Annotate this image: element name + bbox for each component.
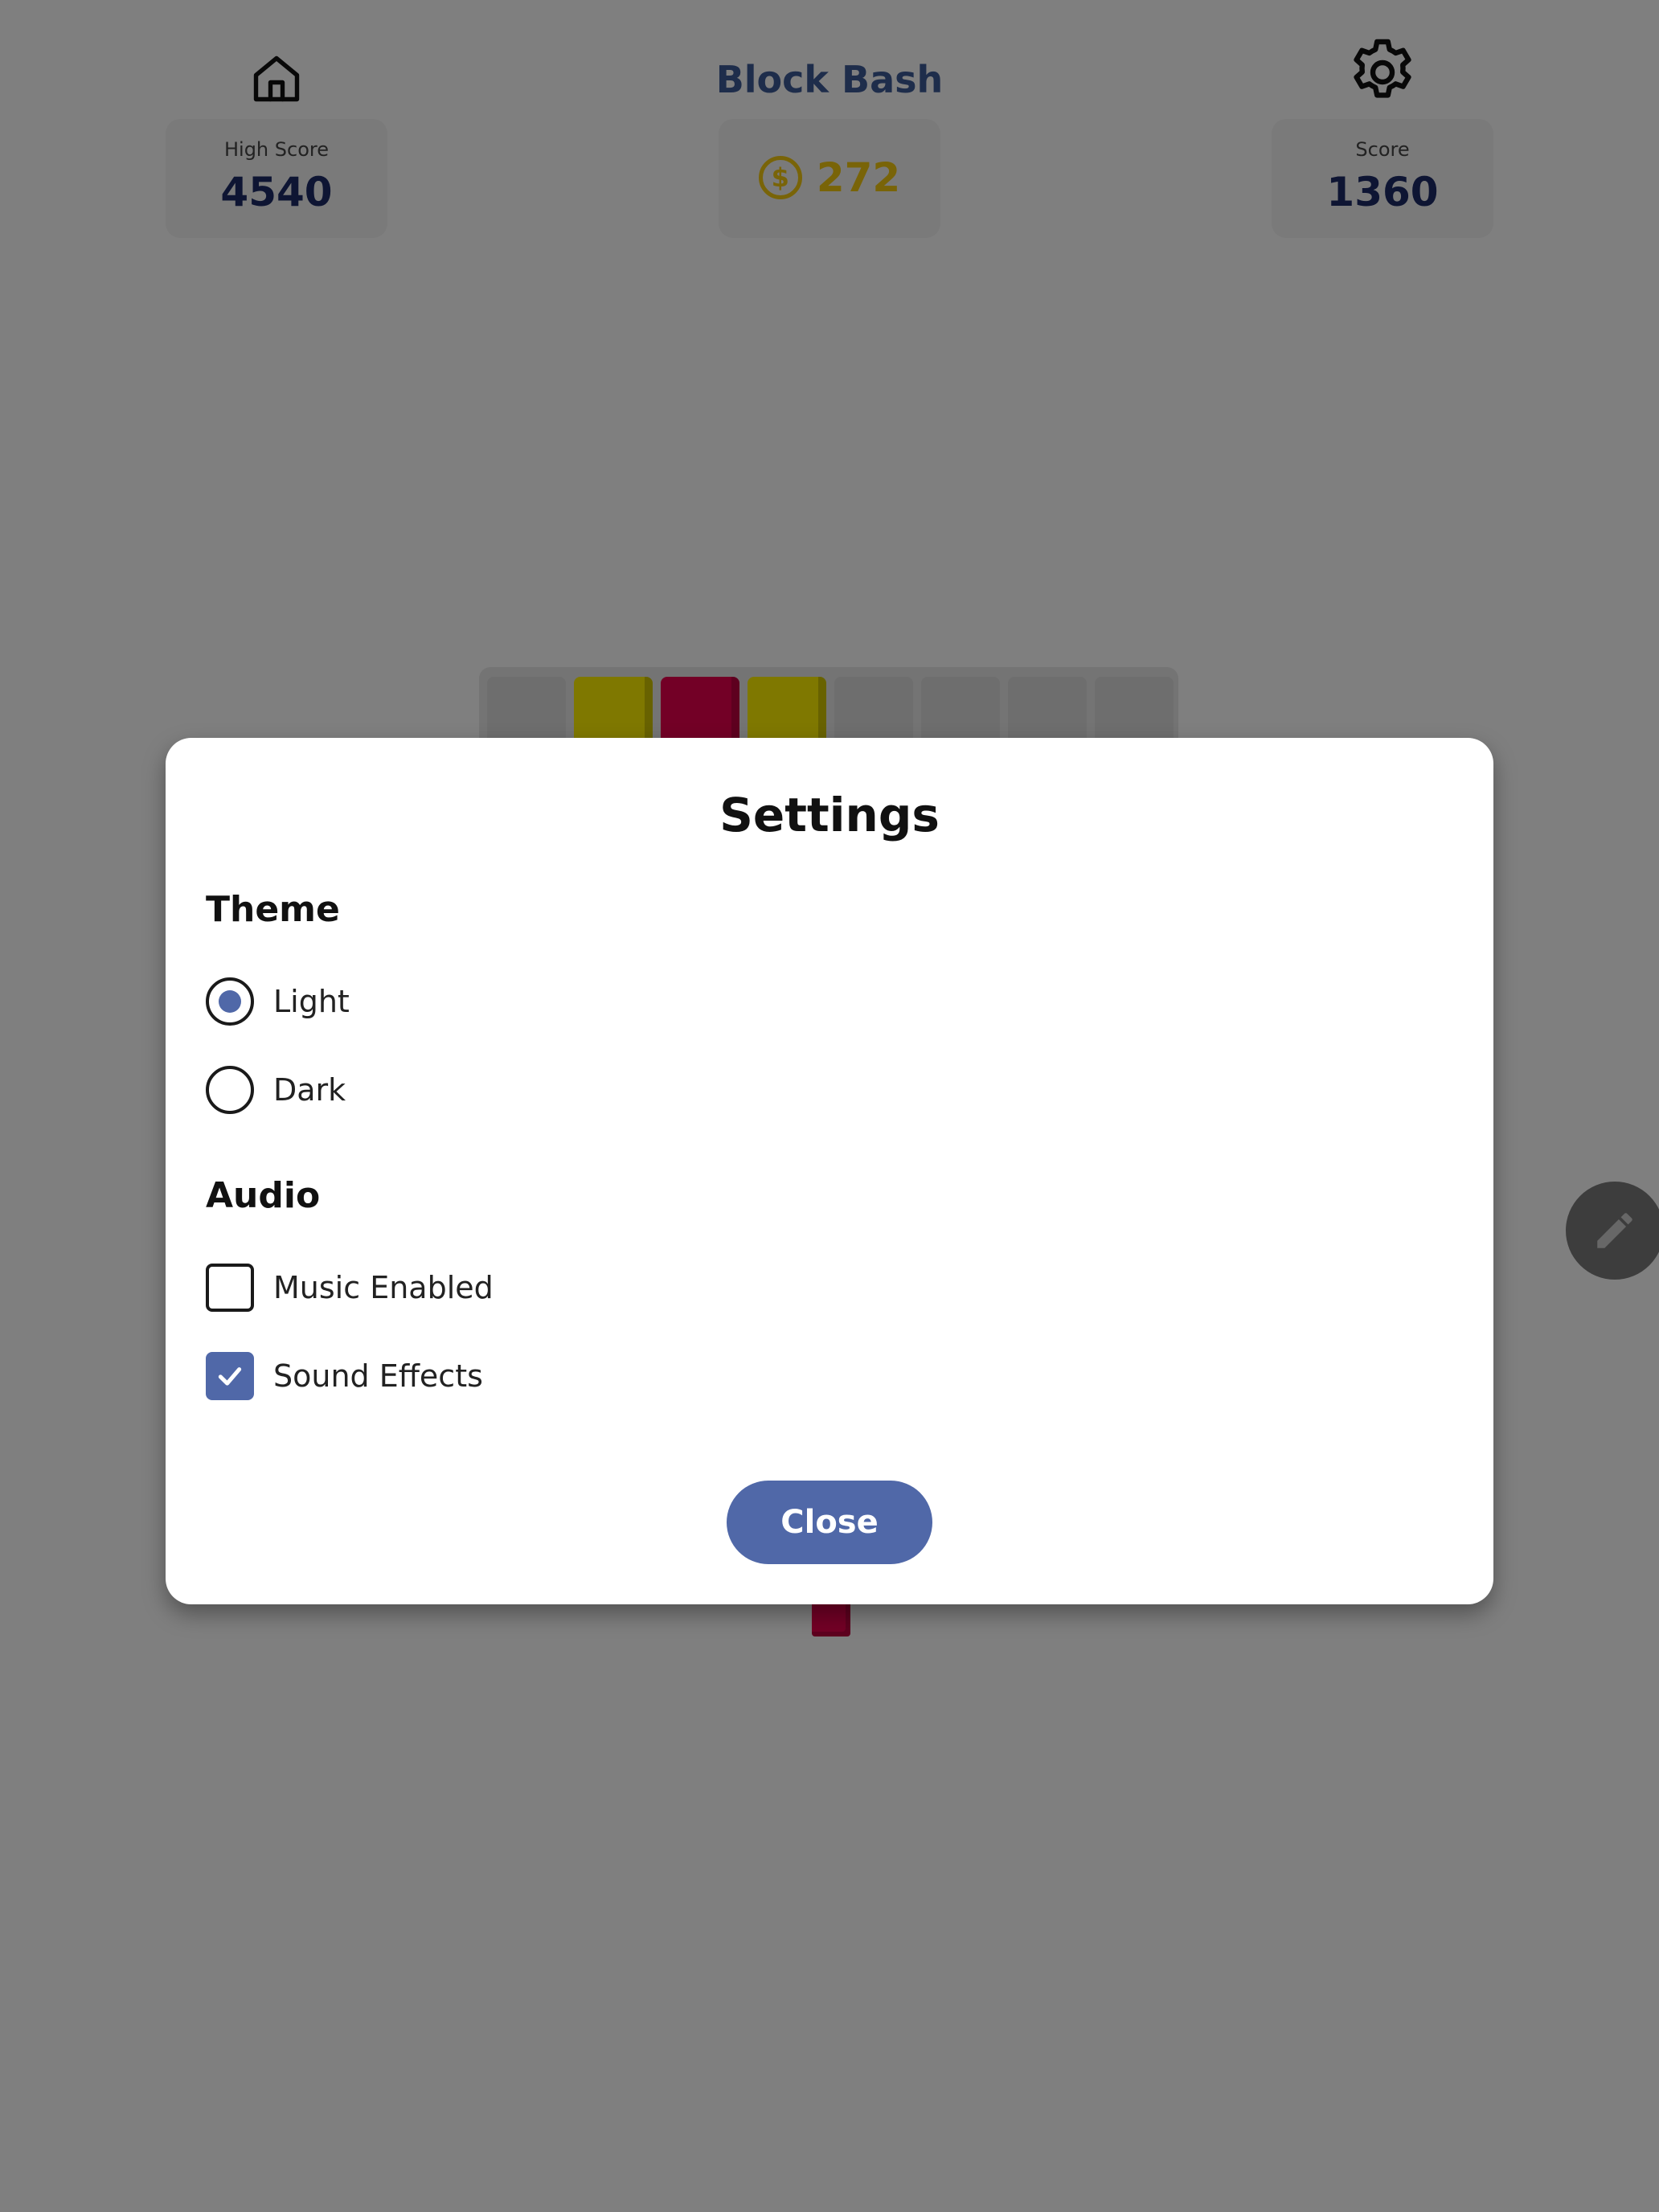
audio-option-label: Music Enabled xyxy=(273,1270,494,1305)
dialog-title: Settings xyxy=(719,788,940,842)
settings-dialog: Settings Theme Light Dark Audio Music En… xyxy=(166,738,1493,1604)
theme-option-label: Dark xyxy=(273,1072,346,1108)
close-button[interactable]: Close xyxy=(727,1481,932,1564)
checkbox-music[interactable] xyxy=(206,1264,254,1312)
checkmark-icon xyxy=(218,1367,242,1386)
audio-section-title: Audio xyxy=(206,1175,321,1216)
theme-option-label: Light xyxy=(273,984,350,1019)
radio-button-light[interactable] xyxy=(206,977,254,1026)
theme-section-title: Theme xyxy=(206,889,340,930)
checkbox-sound-effects[interactable] xyxy=(206,1352,254,1400)
radio-selected-dot xyxy=(219,990,241,1013)
theme-option-light[interactable]: Light xyxy=(206,976,350,1027)
audio-option-music[interactable]: Music Enabled xyxy=(206,1262,494,1313)
game-screen: Block Bash High Score 4540 $ 272 Score 1… xyxy=(0,0,1659,2212)
audio-option-label: Sound Effects xyxy=(273,1358,483,1394)
theme-option-dark[interactable]: Dark xyxy=(206,1064,346,1116)
audio-option-sound-effects[interactable]: Sound Effects xyxy=(206,1350,483,1402)
radio-button-dark[interactable] xyxy=(206,1066,254,1114)
